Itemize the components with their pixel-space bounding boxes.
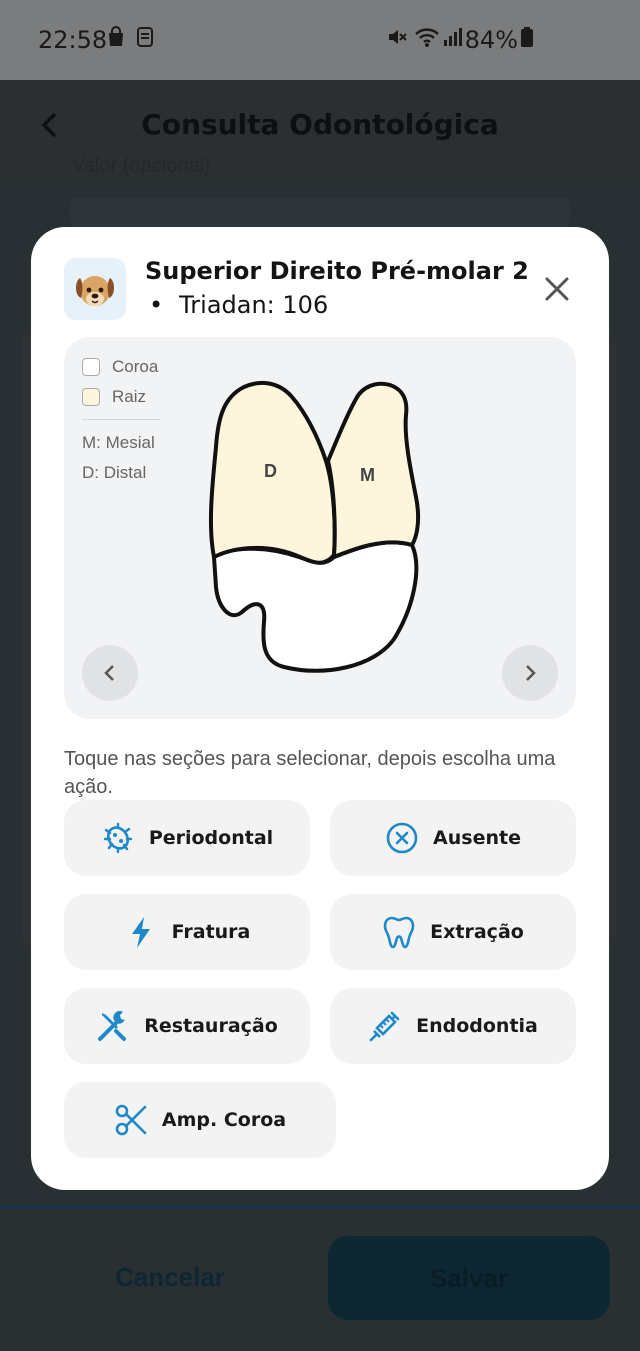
endodontia-label: Endodontia bbox=[416, 1015, 538, 1037]
instruction-text: Toque nas seções para selecionar, depois… bbox=[64, 748, 556, 798]
cancel-button[interactable]: Cancelar bbox=[70, 1262, 270, 1293]
restauracao-label: Restauração bbox=[144, 1015, 278, 1037]
bacteria-icon bbox=[101, 821, 135, 855]
fratura-label: Fratura bbox=[171, 921, 251, 943]
legend-crown-label: Coroa bbox=[112, 357, 159, 376]
endodontia-button[interactable]: Endodontia bbox=[330, 988, 576, 1064]
extracao-label: Extração bbox=[430, 921, 524, 943]
wifi-icon bbox=[414, 26, 440, 53]
distal-label: D bbox=[264, 461, 277, 481]
periodontal-label: Periodontal bbox=[148, 827, 274, 849]
restauracao-button[interactable]: Restauração bbox=[64, 988, 310, 1064]
mute-icon bbox=[386, 26, 408, 53]
modal-subtitle: • Triadan: 106 bbox=[149, 291, 329, 319]
avatar bbox=[64, 258, 126, 320]
fratura-button[interactable]: Fratura bbox=[64, 894, 310, 970]
triadan-code: Triadan: 106 bbox=[179, 291, 329, 319]
save-button[interactable]: Salvar bbox=[328, 1236, 610, 1320]
legend-crown: Coroa bbox=[82, 357, 158, 377]
syringe-icon bbox=[368, 1009, 402, 1043]
status-bar: 22:58 84% bbox=[0, 0, 640, 80]
battery-icon bbox=[520, 26, 534, 53]
dog-face-icon bbox=[75, 276, 115, 306]
amp-coroa-button[interactable]: Amp. Coroa bbox=[64, 1082, 336, 1158]
battery-percent: 84% bbox=[464, 26, 518, 54]
root-swatch bbox=[82, 388, 100, 406]
app-notification-icon bbox=[136, 26, 154, 53]
status-time: 22:58 bbox=[38, 26, 108, 54]
chevron-left-icon bbox=[104, 665, 114, 681]
page-title: Consulta Odontológica bbox=[141, 108, 499, 141]
ausente-label: Ausente bbox=[433, 827, 521, 849]
extracao-button[interactable]: Extração bbox=[330, 894, 576, 970]
close-button[interactable] bbox=[541, 273, 573, 305]
previous-tooth-button[interactable] bbox=[82, 645, 138, 701]
value-input[interactable] bbox=[70, 198, 570, 228]
tooth-diagram: Coroa Raiz M: Mesial D: Distal D M bbox=[64, 337, 576, 719]
legend-mesial: M: Mesial bbox=[82, 433, 155, 452]
legend-distal: D: Distal bbox=[82, 463, 147, 482]
ausente-button[interactable]: Ausente bbox=[330, 800, 576, 876]
close-icon bbox=[545, 277, 569, 301]
field-label: Valor (opcional) bbox=[72, 155, 211, 177]
amp-coroa-label: Amp. Coroa bbox=[161, 1109, 287, 1131]
periodontal-button[interactable]: Periodontal bbox=[64, 800, 310, 876]
crown-swatch bbox=[82, 358, 100, 376]
scissors-icon bbox=[114, 1103, 148, 1137]
save-button-label: Salvar bbox=[429, 1263, 509, 1293]
chevron-right-icon bbox=[526, 665, 536, 681]
legend-divider bbox=[82, 419, 160, 420]
modal-title: Superior Direito Pré-molar 2 bbox=[145, 257, 529, 285]
legend-root-label: Raiz bbox=[112, 387, 147, 406]
x-circle-icon bbox=[385, 821, 419, 855]
next-tooth-button[interactable] bbox=[502, 645, 558, 701]
mesial-label: M bbox=[360, 465, 375, 485]
shopping-bag-icon bbox=[106, 26, 126, 53]
tooth-illustration: D M bbox=[208, 380, 421, 673]
tools-icon bbox=[96, 1009, 130, 1043]
signal-icon bbox=[442, 26, 464, 53]
lightning-icon bbox=[124, 915, 158, 949]
legend-root: Raiz bbox=[82, 387, 146, 407]
tooth-modal: Superior Direito Pré-molar 2 • Triadan: 1… bbox=[31, 227, 609, 1190]
tooth-icon bbox=[382, 915, 416, 949]
